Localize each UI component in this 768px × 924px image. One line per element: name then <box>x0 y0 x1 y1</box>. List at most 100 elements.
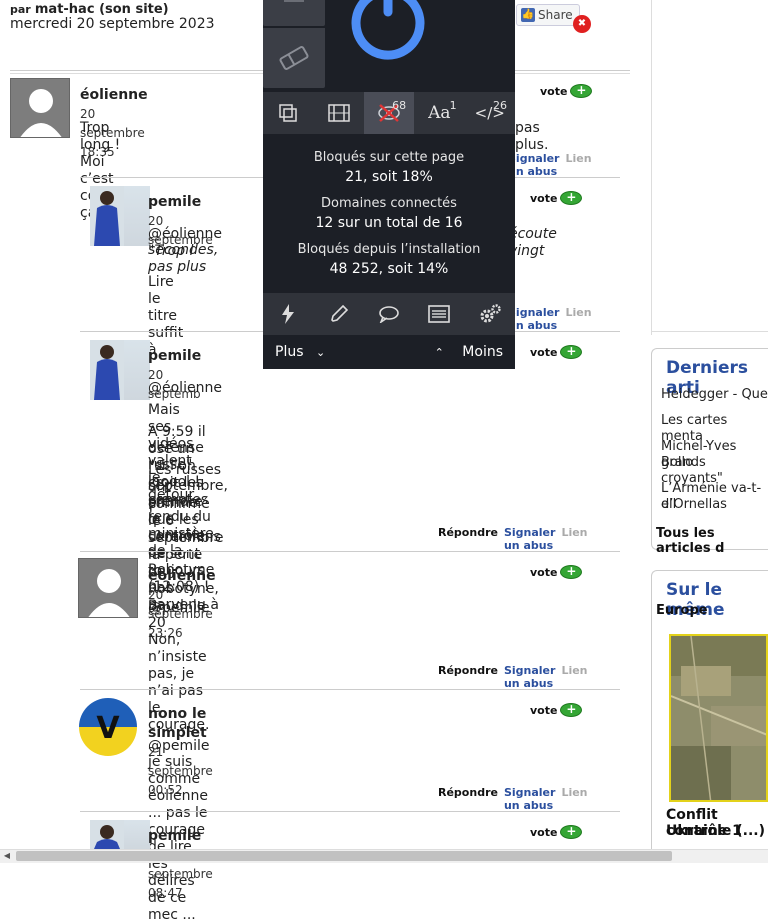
svg-text:V: V <box>96 711 120 746</box>
comment-text-line: @éolienne <box>148 380 222 396</box>
popup-toolbar: 68 Aa 1 </> 26 <box>263 92 515 134</box>
comment-author[interactable]: pemile <box>148 348 201 364</box>
code-icon[interactable]: </> 26 <box>465 92 515 134</box>
facebook-share-button[interactable]: 👍 Share <box>516 4 580 26</box>
font-glyph: Aa <box>428 103 451 123</box>
vote-control[interactable]: vote + <box>530 191 583 205</box>
stat-label: Bloqués depuis l’installation <box>297 242 481 257</box>
eraser-button[interactable] <box>263 28 325 88</box>
stat-value: 21, soit 18% <box>345 169 433 185</box>
comment-text-line: @pemile <box>148 600 210 616</box>
less-button[interactable]: ⌃ Moins <box>435 344 503 360</box>
popup-bottom-toolbar <box>263 293 515 335</box>
permalink[interactable]: Lien <box>565 306 591 332</box>
stat-label: Bloqués sur cette page <box>313 150 465 165</box>
vote-eye-icon[interactable]: + <box>560 191 583 205</box>
report-abuse-link[interactable]: Signaler un abus <box>508 306 559 332</box>
comment-bubble-icon[interactable] <box>364 293 414 335</box>
more-button[interactable]: Plus ⌄ <box>275 344 325 360</box>
vote-control[interactable]: vote + <box>530 345 583 359</box>
permalink[interactable]: Lien <box>561 526 587 552</box>
vote-eye-icon[interactable]: + <box>560 565 583 579</box>
article-byline: par mat-hac (son site) mercredi 20 septe… <box>10 2 215 32</box>
vote-label: vote <box>540 84 568 98</box>
byline-author-link[interactable]: mat-hac (son site) <box>35 2 169 17</box>
content-blocker-popup: 68 Aa 1 </> 26 Bloqués sur cette page 21… <box>263 0 515 369</box>
vote-label: vote <box>530 345 558 359</box>
less-label: Moins <box>462 344 503 360</box>
avatar[interactable] <box>90 340 150 400</box>
reply-link[interactable]: Répondre <box>438 664 498 690</box>
no-forum-icon[interactable]: ✖ <box>573 15 591 33</box>
more-label: Plus <box>275 344 304 360</box>
latest-article-link[interactable]: Heidegger - Que <box>661 387 768 403</box>
vote-control[interactable]: vote + <box>540 84 593 98</box>
avatar[interactable] <box>78 558 138 618</box>
article-thumbnail[interactable] <box>669 634 768 802</box>
zapper-mode-button[interactable] <box>263 0 325 26</box>
comment-author[interactable]: nono le simplet <box>148 706 207 741</box>
comment-text-line: . <box>148 616 153 632</box>
comment-actions: Signaler un abus Lien <box>508 152 592 178</box>
comment-text-line: écoute vingt <box>509 226 557 259</box>
scrollbar-thumb[interactable] <box>16 851 672 861</box>
comment-text-tail: pas plus. <box>515 120 549 153</box>
share-label: Share <box>538 8 573 22</box>
permalink[interactable]: Lien <box>565 152 591 178</box>
comment-actions: Répondre Signaler un abus Lien <box>438 664 588 690</box>
stat-label: Domaines connectés <box>321 196 457 211</box>
reply-link[interactable]: Répondre <box>438 786 498 812</box>
avatar[interactable] <box>90 820 150 849</box>
comment-text-line: secondes, pas plus <box>148 242 219 275</box>
comment-author[interactable]: éolienne <box>80 87 148 103</box>
avatar[interactable]: V <box>79 698 137 756</box>
lightning-icon[interactable] <box>263 293 313 335</box>
report-abuse-link[interactable]: Signaler un abus <box>504 786 555 812</box>
settings-gears-icon[interactable] <box>465 293 515 335</box>
comment-divider <box>80 689 620 690</box>
latest-article-link-cont[interactable]: d’Ornellas <box>661 497 727 513</box>
comment-actions: Répondre Signaler un abus Lien <box>438 526 588 552</box>
category-label: Europe <box>656 603 708 618</box>
vote-control[interactable]: vote + <box>530 825 583 839</box>
reply-link[interactable]: Répondre <box>438 526 498 552</box>
blocked-count-badge: 68 <box>392 99 407 112</box>
vote-label: vote <box>530 565 558 579</box>
vote-eye-icon[interactable]: + <box>560 345 583 359</box>
vote-control[interactable]: vote + <box>530 703 583 717</box>
avatar[interactable] <box>90 186 150 246</box>
vote-control[interactable]: vote + <box>530 565 583 579</box>
avatar[interactable] <box>10 78 70 138</box>
comment-header: pemile 21 septembre 08:47 <box>148 825 213 901</box>
article-date: mercredi 20 septembre 2023 <box>10 16 215 32</box>
comment-author[interactable]: pemile <box>148 828 201 844</box>
vote-eye-icon[interactable]: + <box>560 703 583 717</box>
all-articles-link[interactable]: Tous les articles d <box>656 526 768 556</box>
vote-label: vote <box>530 191 558 205</box>
comment-actions: Signaler un abus Lien <box>508 306 592 332</box>
permalink[interactable]: Lien <box>561 664 587 690</box>
comment-author[interactable]: éolienne <box>148 568 216 584</box>
scroll-left-arrow-icon[interactable]: ◀ <box>2 851 12 861</box>
comment-divider <box>80 551 620 552</box>
sidebar-border <box>651 0 652 335</box>
permalink[interactable]: Lien <box>561 786 587 812</box>
font-icon[interactable]: Aa 1 <box>414 92 464 134</box>
report-abuse-link[interactable]: Signaler un abus <box>504 664 555 690</box>
vote-eye-icon[interactable]: + <box>560 825 583 839</box>
eyedropper-icon[interactable] <box>313 293 363 335</box>
comment-author[interactable]: pemile <box>148 194 201 210</box>
thumbnail-article-link-cont[interactable]: contrôle (...) <box>666 823 765 839</box>
element-zapper-icon[interactable] <box>263 92 313 134</box>
power-toggle-icon[interactable] <box>343 0 433 60</box>
vote-eye-icon[interactable]: + <box>570 84 593 98</box>
script-count-badge: 26 <box>492 99 507 112</box>
media-film-icon[interactable] <box>313 92 363 134</box>
comment-divider <box>80 811 620 812</box>
report-abuse-link[interactable]: Signaler un abus <box>508 152 559 178</box>
thumbs-up-icon: 👍 <box>521 8 535 22</box>
vote-label: vote <box>530 703 558 717</box>
logger-list-icon[interactable] <box>414 293 464 335</box>
eye-blocked-icon[interactable]: 68 <box>363 92 415 134</box>
report-abuse-link[interactable]: Signaler un abus <box>504 526 555 552</box>
